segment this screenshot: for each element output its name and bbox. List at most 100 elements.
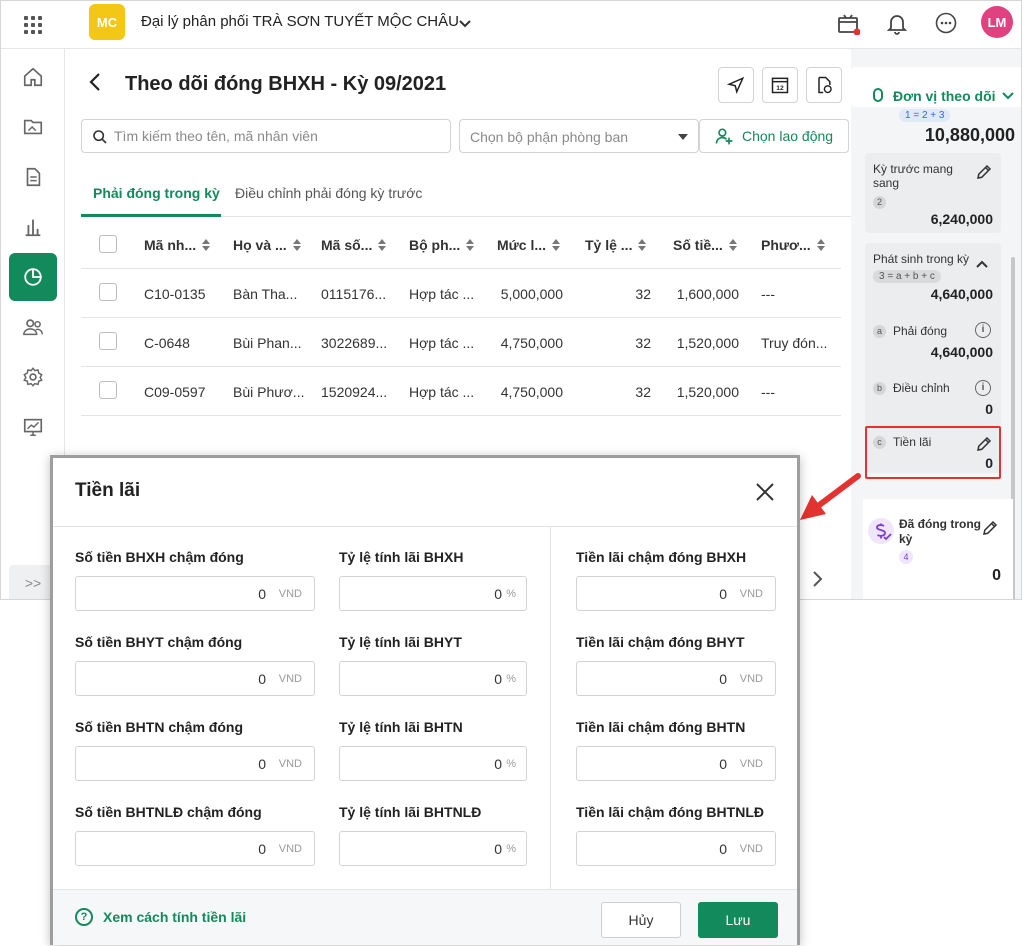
bhtnld-amount-field[interactable]: 0 VND [75, 831, 315, 866]
sidebar-item-insurance[interactable] [9, 253, 57, 301]
col-full-name[interactable]: Họ và ... [233, 237, 301, 253]
cell-department: Hợp tác ... [409, 286, 475, 302]
bhtnld-interest-field[interactable]: 0 VND [576, 831, 776, 866]
edit-pencil-icon[interactable] [975, 163, 993, 181]
bhxh-interest-field[interactable]: 0 VND [576, 576, 776, 611]
bhxh-rate-field[interactable]: 0% [339, 576, 527, 611]
cancel-button[interactable]: Hủy [601, 902, 681, 938]
col-employee-code[interactable]: Mã nh... [144, 237, 211, 253]
cell-insurance-number: 3022689... [321, 335, 388, 351]
tab-adjust-previous[interactable]: Điều chỉnh phải đóng kỳ trước [235, 185, 422, 201]
sidebar-item-documents[interactable] [9, 153, 57, 201]
company-name[interactable]: Đại lý phân phối TRÀ SƠN TUYẾT MỘC CHÂU [141, 13, 459, 30]
incurred-label: Phát sinh trong kỳ [873, 252, 970, 266]
send-button[interactable] [718, 67, 754, 103]
sidebar-item-home[interactable] [9, 53, 57, 101]
col-department[interactable]: Bộ ph... [409, 237, 475, 253]
cell-employee-code: C09-0597 [144, 384, 206, 400]
row-checkbox[interactable] [99, 283, 117, 301]
company-logo: MC [89, 4, 125, 40]
refresh-sync-button[interactable] [806, 67, 842, 103]
sort-icon [638, 239, 647, 251]
dollar-check-icon [868, 518, 894, 544]
bhyt-amount-field[interactable]: 0 VND [75, 661, 315, 696]
bhtn-interest-field[interactable]: 0 VND [576, 746, 776, 781]
col-amount[interactable]: Số tiề... [673, 237, 737, 253]
cell-amount: 1,520,000 [676, 335, 739, 351]
bhyt-rate-field[interactable]: 0% [339, 661, 527, 696]
incurred-value: 4,640,000 [930, 286, 993, 302]
cell-rate: 32 [635, 335, 651, 351]
info-icon[interactable]: i [975, 322, 991, 338]
chevron-up-icon[interactable] [975, 257, 989, 271]
search-input[interactable] [114, 120, 444, 152]
bhtn-amount-field[interactable]: 0 VND [75, 746, 315, 781]
previous-period-label: Kỳ trước mang sang [873, 162, 953, 190]
interest-dialog: Tiền lãi Số tiền BHXH chậm đóng 0 VND Tỷ … [50, 455, 800, 945]
bar-chart-icon [25, 219, 41, 237]
edit-pencil-icon[interactable] [981, 519, 999, 537]
sidebar-item-reports[interactable] [9, 203, 57, 251]
info-icon[interactable]: i [975, 380, 991, 396]
row-checkbox[interactable] [99, 332, 117, 350]
chevron-down-icon[interactable] [457, 15, 473, 31]
paid-label: Đã đóng trong kỳ [899, 517, 981, 546]
table-row[interactable]: C-0648 Bùi Phan... 3022689... Hợp tác ..… [81, 318, 841, 367]
more-options-icon[interactable] [934, 11, 958, 35]
save-button[interactable]: Lưu [698, 902, 778, 938]
svg-text:12: 12 [776, 85, 784, 92]
dropdown-caret-icon [678, 134, 688, 140]
sidebar-item-files[interactable] [9, 103, 57, 151]
user-avatar[interactable]: LM [981, 6, 1013, 38]
col-method[interactable]: Phươ... [761, 237, 825, 253]
cell-full-name: Bùi Phan... [233, 335, 302, 351]
next-page-icon[interactable] [809, 569, 825, 589]
cell-amount: 1,600,000 [676, 286, 739, 302]
period-calendar-button[interactable]: 12 [762, 67, 798, 103]
bell-icon[interactable] [885, 11, 909, 35]
paid-badge: 4 [899, 550, 913, 564]
bhtnld-interest-label: Tiền lãi chậm đóng BHTNLĐ [576, 804, 764, 820]
cell-department: Hợp tác ... [409, 384, 475, 400]
gift-calendar-icon[interactable] [836, 11, 860, 35]
table-row[interactable]: C10-0135 Bàn Tha... 0115176... Hợp tác .… [81, 269, 841, 318]
cell-method: --- [761, 384, 775, 400]
cell-full-name: Bùi Phươ... [233, 384, 305, 400]
dialog-divider [53, 526, 797, 527]
select-all-checkbox[interactable] [99, 235, 117, 253]
sort-icon [292, 239, 301, 251]
sidebar-item-dashboard[interactable] [9, 403, 57, 451]
interest-highlight-box [865, 426, 1001, 479]
cell-full-name: Bàn Tha... [233, 286, 298, 302]
sort-icon [816, 239, 825, 251]
search-box[interactable] [81, 119, 451, 153]
sidebar-item-settings[interactable] [9, 353, 57, 401]
col-insurance-number[interactable]: Mã số... [321, 237, 387, 253]
send-icon [727, 76, 745, 94]
close-icon[interactable] [753, 480, 777, 504]
app-launcher-icon[interactable] [21, 13, 45, 37]
col-rate[interactable]: Tỷ lệ ... [585, 237, 647, 253]
row-checkbox[interactable] [99, 381, 117, 399]
adjustment-value: 0 [985, 401, 993, 417]
col-salary-level[interactable]: Mức l... [497, 237, 561, 253]
tab-payable-in-period[interactable]: Phải đóng trong kỳ [93, 185, 220, 201]
back-arrow-icon[interactable] [87, 71, 105, 93]
gear-icon [23, 367, 43, 387]
bhyt-interest-field[interactable]: 0 VND [576, 661, 776, 696]
bhxh-amount-label: Số tiền BHXH chậm đóng [75, 549, 244, 565]
sidebar-item-employees[interactable] [9, 303, 57, 351]
choose-employee-button[interactable]: Chọn lao động [699, 119, 849, 153]
payable-value: 4,640,000 [930, 344, 993, 360]
home-icon [23, 67, 43, 87]
add-person-icon [715, 128, 733, 145]
interest-help-link[interactable]: ? Xem cách tính tiền lãi [75, 908, 246, 926]
bhxh-amount-field[interactable]: 0 VND [75, 576, 315, 611]
previous-period-badge: 2 [873, 196, 886, 209]
bhtnld-rate-field[interactable]: 0% [339, 831, 527, 866]
card-paid-in-period: Đã đóng trong kỳ 4 0 [863, 499, 1013, 599]
department-select[interactable]: Chọn bộ phận phòng ban [459, 119, 699, 153]
bhtn-rate-field[interactable]: 0% [339, 746, 527, 781]
cell-employee-code: C10-0135 [144, 286, 206, 302]
table-row[interactable]: C09-0597 Bùi Phươ... 1520924... Hợp tác … [81, 367, 841, 416]
